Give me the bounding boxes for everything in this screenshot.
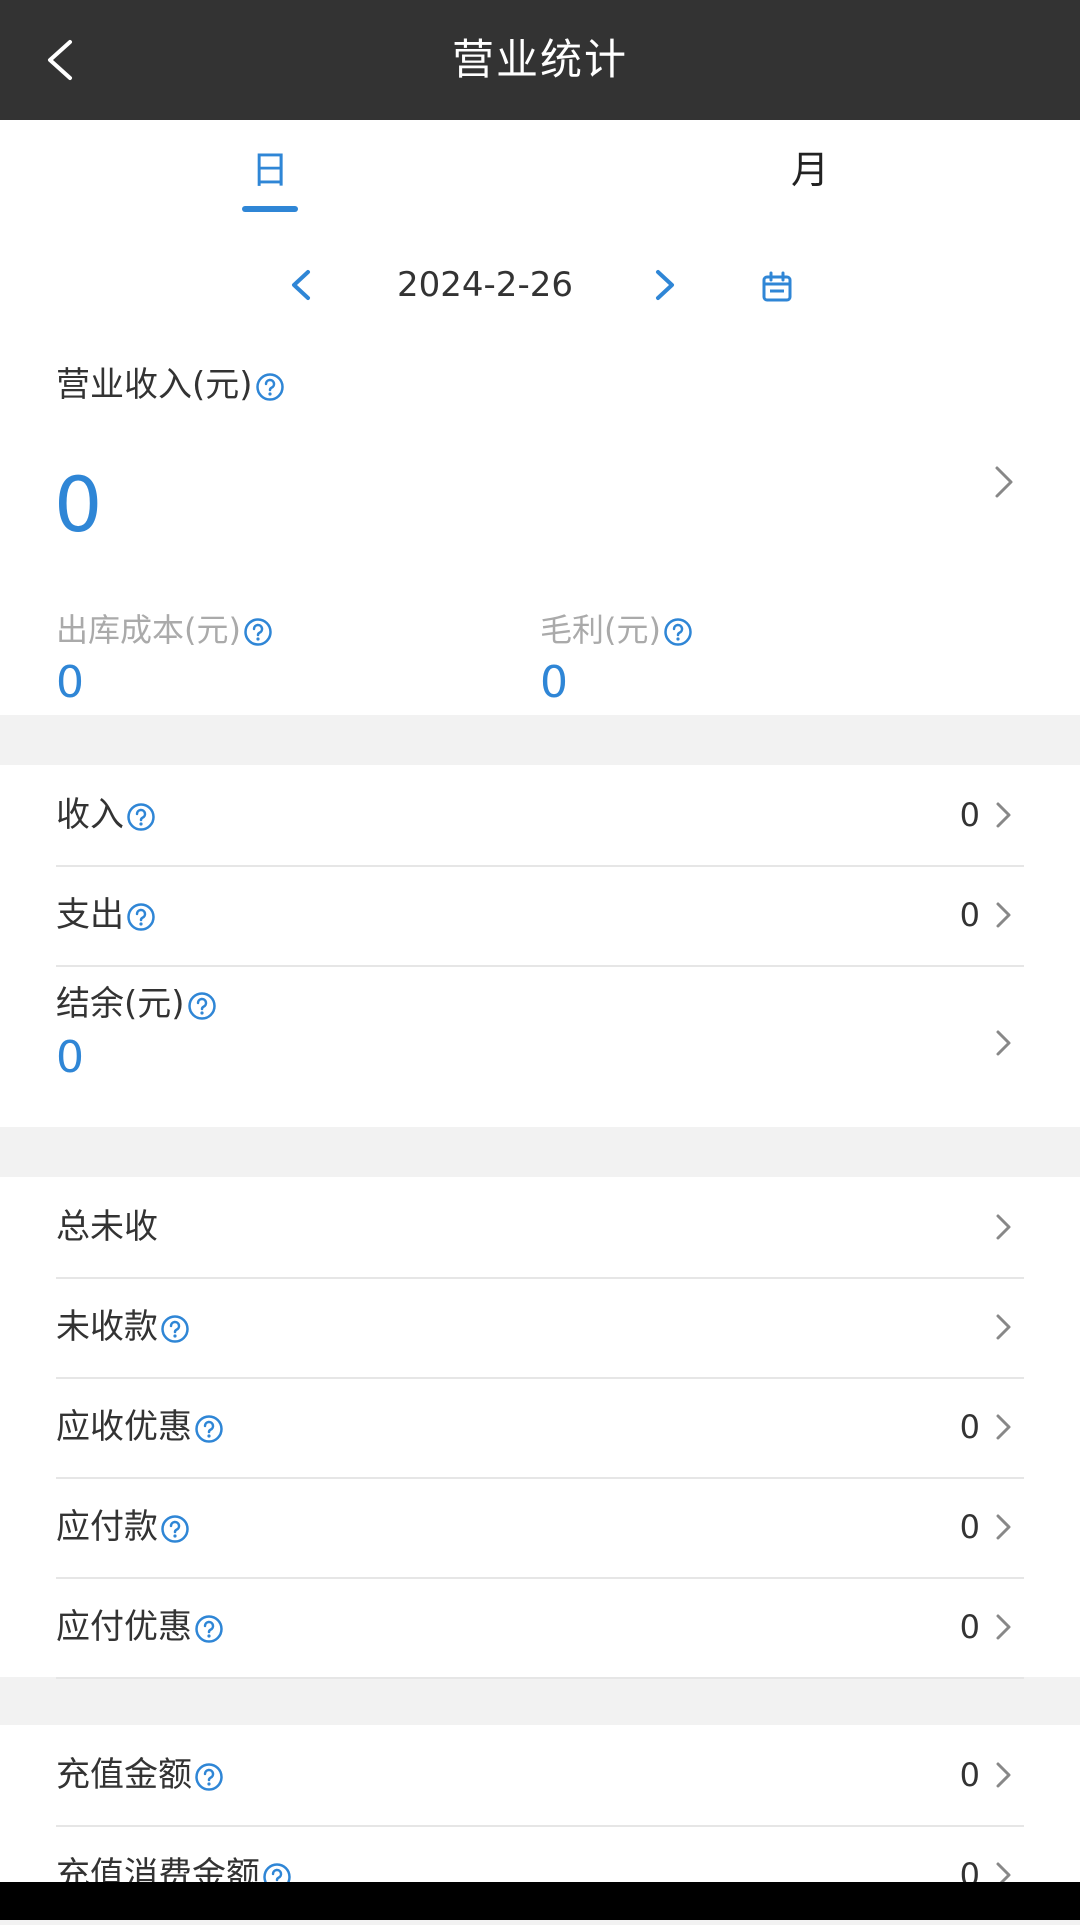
chevron-right-icon bbox=[996, 1762, 1011, 1788]
system-navigation-bar bbox=[0, 1882, 1080, 1920]
payable-row[interactable]: 应付款 0 bbox=[56, 1477, 1024, 1579]
tab-month[interactable]: 月 bbox=[660, 120, 960, 230]
gross-profit-value: 0 bbox=[540, 657, 568, 708]
payable-discount-label-row: 应付优惠 bbox=[56, 1577, 224, 1677]
page-title: 营业统计 bbox=[451, 35, 628, 84]
chevron-right-icon bbox=[996, 1030, 1011, 1056]
expense-label: 支出 bbox=[56, 895, 124, 935]
chevron-right-icon bbox=[996, 1214, 1011, 1240]
recharge-row[interactable]: 充值金额 0 bbox=[56, 1725, 1024, 1827]
recharge-label-row: 充值金额 bbox=[56, 1725, 224, 1825]
chevron-right-icon bbox=[996, 1314, 1011, 1340]
current-date: 2024-2-26 bbox=[397, 265, 573, 305]
receivable-discount-label-row: 应收优惠 bbox=[56, 1377, 224, 1477]
chevron-right-icon bbox=[996, 1414, 1011, 1440]
chevron-right-icon bbox=[996, 1514, 1011, 1540]
help-icon[interactable] bbox=[160, 1314, 190, 1344]
uncollected-label-row: 未收款 bbox=[56, 1277, 190, 1377]
payable-value: 0 bbox=[959, 1508, 980, 1546]
total-uncollected-label: 总未收 bbox=[56, 1207, 158, 1247]
cashflow-section: 收入 0 支出 0 结余(元) 0 bbox=[0, 765, 1080, 1127]
total-uncollected-row[interactable]: 总未收 bbox=[56, 1177, 1024, 1279]
revenue-label: 营业收入(元) bbox=[56, 365, 253, 405]
revenue-value: 0 bbox=[54, 460, 103, 549]
balance-value: 0 bbox=[56, 1032, 84, 1083]
top-bar: 营业统计 bbox=[0, 0, 1080, 120]
recharge-label: 充值金额 bbox=[56, 1755, 192, 1795]
help-icon[interactable] bbox=[194, 1614, 224, 1644]
help-icon[interactable] bbox=[160, 1514, 190, 1544]
receivables-section: 总未收 未收款 应收优惠 0 应付款 0 应付优惠 0 bbox=[0, 1177, 1080, 1679]
chevron-right-icon[interactable] bbox=[992, 462, 1016, 502]
expense-row[interactable]: 支出 0 bbox=[56, 865, 1024, 967]
period-tabs: 日 月 bbox=[0, 120, 1080, 230]
calendar-icon[interactable] bbox=[760, 270, 794, 304]
balance-row[interactable]: 结余(元) 0 bbox=[56, 965, 1024, 1125]
tab-day-label: 日 bbox=[250, 148, 289, 192]
revenue-label-row: 营业收入(元) bbox=[56, 360, 285, 410]
next-date-icon[interactable] bbox=[650, 268, 680, 302]
recharge-value: 0 bbox=[959, 1756, 980, 1794]
chevron-right-icon bbox=[996, 1614, 1011, 1640]
income-label-row: 收入 bbox=[56, 765, 156, 865]
balance-label: 结余(元) bbox=[56, 984, 185, 1024]
receivable-discount-row[interactable]: 应收优惠 0 bbox=[56, 1377, 1024, 1479]
tab-day[interactable]: 日 bbox=[120, 120, 420, 230]
recharge-section: 充值金额 0 充值消费金额 0 bbox=[0, 1725, 1080, 1895]
revenue-summary[interactable]: 营业收入(元) 0 出库成本(元) 0 毛利(元) 0 bbox=[0, 340, 1080, 715]
income-row[interactable]: 收入 0 bbox=[56, 765, 1024, 867]
cost-value: 0 bbox=[56, 657, 84, 708]
cost-label: 出库成本(元) bbox=[56, 611, 241, 649]
previous-date-icon[interactable] bbox=[286, 268, 316, 302]
receivable-discount-label: 应收优惠 bbox=[56, 1407, 192, 1447]
gross-profit-label: 毛利(元) bbox=[540, 611, 661, 649]
date-navigator: 2024-2-26 bbox=[0, 230, 1080, 340]
payable-discount-value: 0 bbox=[959, 1608, 980, 1646]
receivable-discount-value: 0 bbox=[959, 1408, 980, 1446]
tab-active-indicator bbox=[242, 206, 298, 212]
help-icon[interactable] bbox=[663, 617, 693, 647]
help-icon[interactable] bbox=[187, 991, 217, 1021]
help-icon[interactable] bbox=[126, 902, 156, 932]
income-label: 收入 bbox=[56, 795, 124, 835]
chevron-right-icon bbox=[996, 902, 1011, 928]
tab-month-label: 月 bbox=[790, 148, 829, 192]
payable-label: 应付款 bbox=[56, 1507, 158, 1547]
payable-label-row: 应付款 bbox=[56, 1477, 190, 1577]
expense-label-row: 支出 bbox=[56, 865, 156, 965]
gross-profit-label-row: 毛利(元) bbox=[540, 605, 693, 655]
payable-discount-row[interactable]: 应付优惠 0 bbox=[56, 1577, 1024, 1679]
help-icon[interactable] bbox=[194, 1414, 224, 1444]
income-value: 0 bbox=[959, 796, 980, 834]
help-icon[interactable] bbox=[194, 1762, 224, 1792]
balance-label-row: 结余(元) bbox=[56, 979, 217, 1029]
payable-discount-label: 应付优惠 bbox=[56, 1607, 192, 1647]
help-icon[interactable] bbox=[126, 802, 156, 832]
help-icon[interactable] bbox=[255, 372, 285, 402]
cost-label-row: 出库成本(元) bbox=[56, 605, 273, 655]
uncollected-label: 未收款 bbox=[56, 1307, 158, 1347]
expense-value: 0 bbox=[959, 896, 980, 934]
uncollected-row[interactable]: 未收款 bbox=[56, 1277, 1024, 1379]
chevron-right-icon bbox=[996, 802, 1011, 828]
help-icon[interactable] bbox=[243, 617, 273, 647]
